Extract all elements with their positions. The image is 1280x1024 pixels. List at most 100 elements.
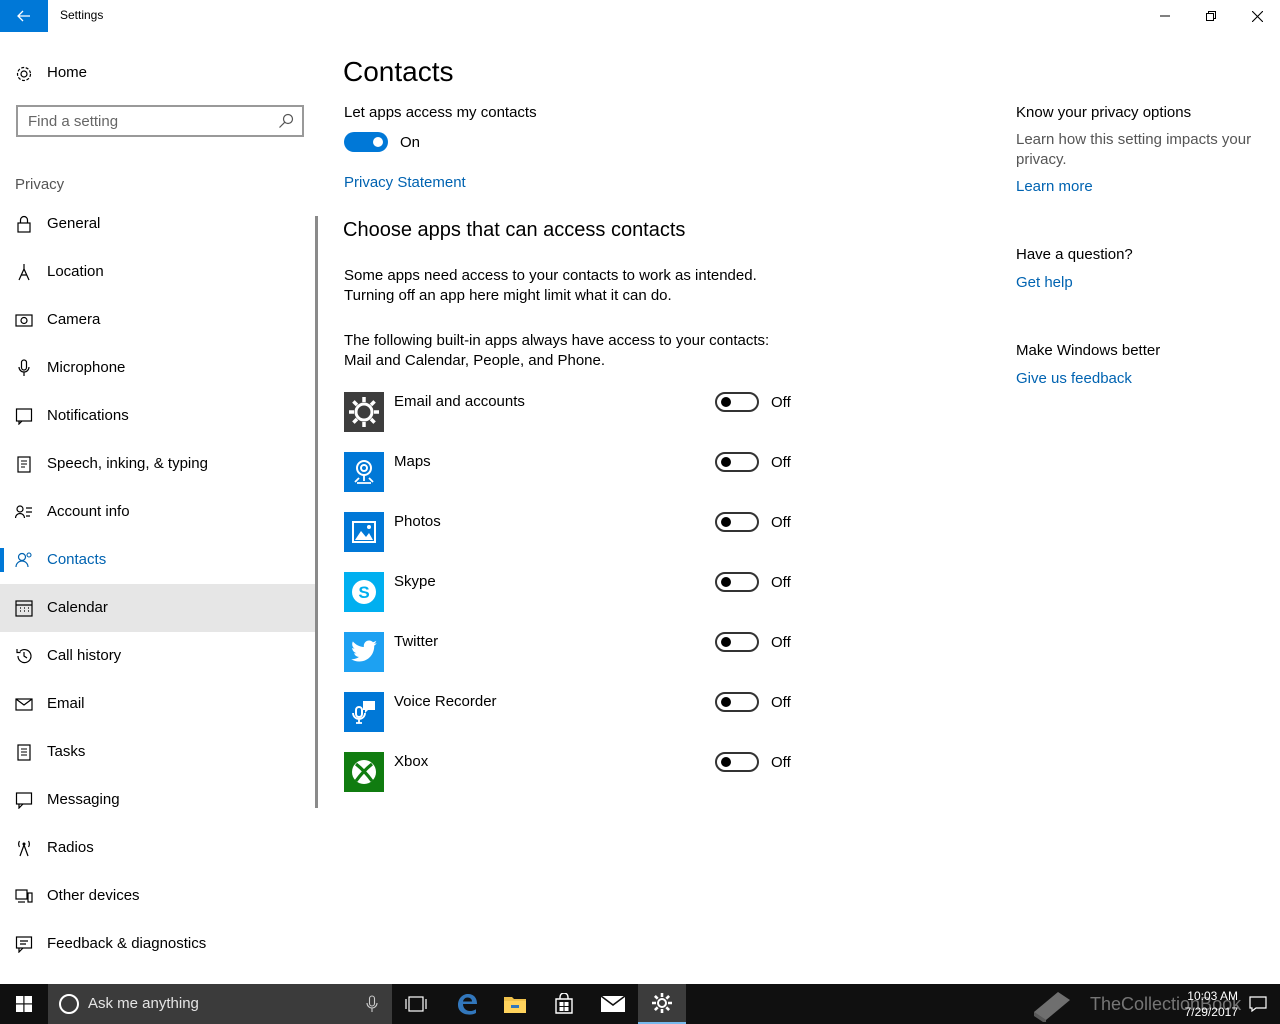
sidebar-item-account-info[interactable]: Account info	[0, 488, 318, 536]
photos-icon	[352, 521, 376, 543]
store-button[interactable]	[540, 984, 588, 1024]
calendar-icon	[15, 600, 33, 617]
learn-more-link[interactable]: Learn more	[1016, 178, 1093, 195]
apps-subheading: Choose apps that can access contacts	[343, 219, 686, 241]
app-row-email-and-accounts: Email and accounts Off	[344, 392, 814, 432]
sidebar-item-contacts[interactable]: Contacts	[0, 536, 318, 584]
sidebar-item-other-devices[interactable]: Other devices	[0, 872, 318, 920]
mail-button[interactable]	[589, 984, 637, 1024]
contacts-access-toggle[interactable]	[344, 132, 388, 152]
home-label: Home	[47, 64, 88, 81]
twitter-toggle[interactable]	[715, 632, 759, 652]
sidebar-item-email[interactable]: Email	[0, 680, 318, 728]
sidebar-item-label: Call history	[47, 647, 122, 664]
sidebar-item-camera[interactable]: Camera	[0, 296, 318, 344]
clock-time: 10:03 AM	[1187, 989, 1238, 1003]
privacy-nav: General Location Camera Microphone Notif…	[0, 200, 320, 968]
app-name: Voice Recorder	[394, 693, 497, 710]
window-title: Settings	[60, 8, 104, 22]
email-and-accounts-toggle[interactable]	[715, 392, 759, 412]
close-icon	[1251, 10, 1263, 22]
search-icon[interactable]	[278, 113, 294, 129]
tasks-icon	[17, 744, 31, 761]
sidebar-item-location[interactable]: Location	[0, 248, 318, 296]
toggle-knob	[721, 577, 731, 587]
sidebar-item-microphone[interactable]: Microphone	[0, 344, 318, 392]
microphone-icon	[18, 359, 30, 376]
voice-recorder-icon	[352, 701, 375, 724]
sidebar-item-notifications[interactable]: Notifications	[0, 392, 318, 440]
action-center-button[interactable]	[1236, 984, 1280, 1024]
apps-description-line-1: Some apps need access to your contacts t…	[344, 267, 757, 284]
app-row-twitter: Twitter Off	[344, 632, 814, 672]
search-input[interactable]	[18, 107, 268, 135]
minimize-button[interactable]	[1142, 0, 1188, 32]
app-row-voice-recorder: Voice Recorder Off	[344, 692, 814, 732]
search-box[interactable]	[16, 105, 304, 137]
xbox-toggle[interactable]	[715, 752, 759, 772]
app-name: Photos	[394, 513, 441, 530]
task-view-button[interactable]	[392, 984, 440, 1024]
radios-icon	[18, 840, 30, 857]
app-state-label: Off	[771, 574, 791, 591]
privacy-statement-link[interactable]: Privacy Statement	[344, 174, 466, 191]
restore-icon	[1206, 11, 1216, 21]
privacy-options-heading: Know your privacy options	[1016, 104, 1192, 121]
system-clock[interactable]: 10:03 AM 7/29/2017	[1185, 988, 1238, 1020]
app-state-label: Off	[771, 514, 791, 531]
sidebar-scrollbar[interactable]	[315, 216, 318, 808]
sidebar-item-tasks[interactable]: Tasks	[0, 728, 318, 776]
sidebar-item-label: General	[47, 215, 101, 232]
sidebar-item-label: Location	[47, 263, 104, 280]
skype-toggle[interactable]	[715, 572, 759, 592]
sidebar-item-messaging[interactable]: Messaging	[0, 776, 318, 824]
sidebar-item-label: Radios	[47, 839, 94, 856]
toggle-knob	[721, 637, 731, 647]
windows-logo-icon	[16, 996, 32, 1012]
main-toggle-label: Let apps access my contacts	[344, 104, 537, 121]
app-name: Twitter	[394, 633, 439, 650]
get-help-link[interactable]: Get help	[1016, 274, 1073, 291]
sidebar-item-radios[interactable]: Radios	[0, 824, 318, 872]
settings-taskbar-button[interactable]	[638, 984, 686, 1024]
gear-icon	[16, 66, 32, 82]
app-tile	[344, 452, 384, 492]
sidebar-item-call-history[interactable]: Call history	[0, 632, 318, 680]
sidebar-item-label: Messaging	[47, 791, 120, 808]
sidebar-item-general[interactable]: General	[0, 200, 318, 248]
sidebar-item-label: Notifications	[47, 407, 129, 424]
folder-icon	[504, 997, 526, 1013]
home-nav-item[interactable]: Home	[0, 56, 320, 92]
apps-description-line-2: Turning off an app here might limit what…	[344, 287, 672, 304]
sidebar-item-feedback[interactable]: Feedback & diagnostics	[0, 920, 318, 968]
minimize-icon	[1160, 15, 1170, 17]
sidebar-item-speech[interactable]: Speech, inking, & typing	[0, 440, 318, 488]
file-explorer-button[interactable]	[491, 984, 539, 1024]
lock-icon	[17, 215, 31, 233]
photos-toggle[interactable]	[715, 512, 759, 532]
app-row-skype: S Skype Off	[344, 572, 814, 612]
sidebar-item-label: Other devices	[47, 887, 140, 904]
toggle-knob	[721, 517, 731, 527]
sidebar-item-calendar[interactable]: Calendar	[0, 584, 318, 632]
toggle-state-label: On	[400, 134, 421, 151]
sidebar-item-label: Speech, inking, & typing	[47, 455, 208, 472]
app-name: Xbox	[394, 753, 429, 770]
edge-browser-button[interactable]	[443, 984, 491, 1024]
start-button[interactable]	[0, 984, 48, 1024]
restore-button[interactable]	[1188, 0, 1234, 32]
back-button[interactable]	[0, 0, 48, 32]
maps-toggle[interactable]	[715, 452, 759, 472]
sidebar-item-label: Feedback & diagnostics	[47, 935, 207, 952]
close-button[interactable]	[1234, 0, 1280, 32]
cortana-icon	[59, 994, 79, 1014]
cortana-search-box[interactable]: Ask me anything	[48, 984, 392, 1024]
microphone-icon[interactable]	[366, 995, 378, 1013]
account-info-icon	[15, 505, 32, 519]
app-name: Skype	[394, 573, 436, 590]
app-tile: S	[344, 572, 384, 612]
voice-recorder-toggle[interactable]	[715, 692, 759, 712]
sidebar-item-label: Camera	[47, 311, 101, 328]
app-row-xbox: Xbox Off	[344, 752, 814, 792]
give-feedback-link[interactable]: Give us feedback	[1016, 370, 1132, 387]
